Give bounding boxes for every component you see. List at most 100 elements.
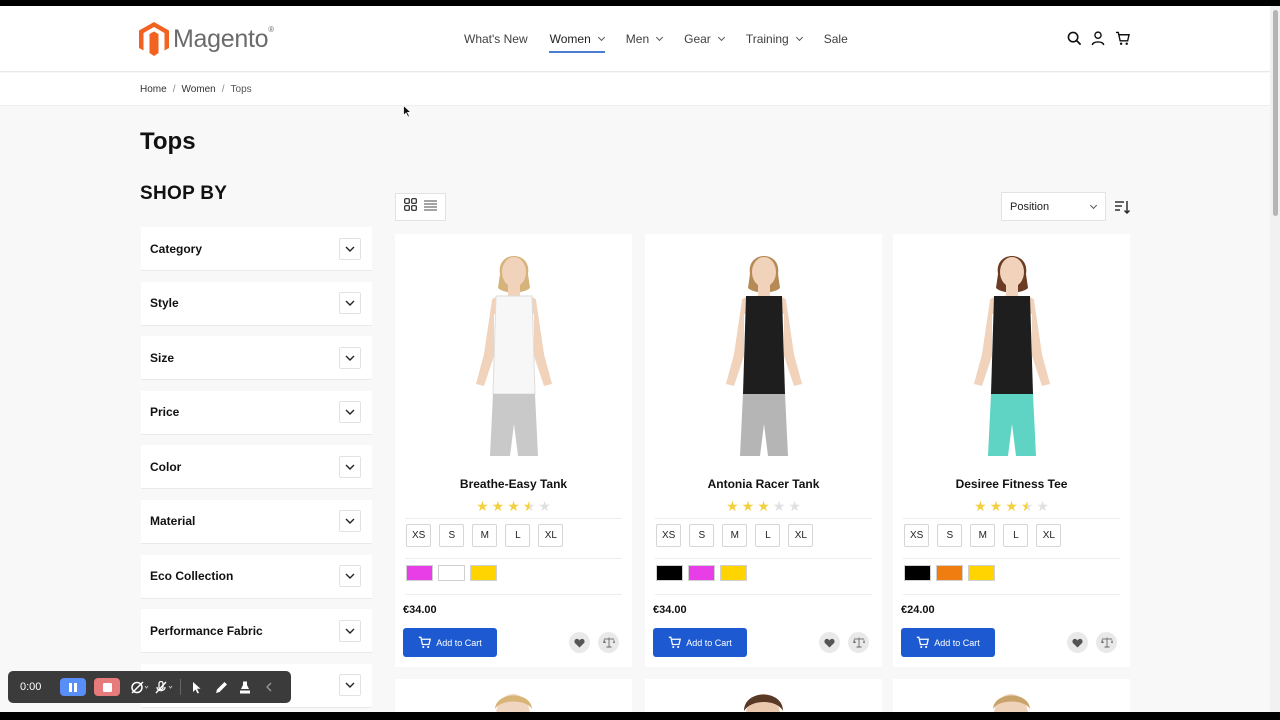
filter-category[interactable]: Category [141,227,372,271]
add-to-cart-button[interactable]: Add to Cart [901,628,995,657]
camera-off-icon[interactable] [128,678,152,696]
nav-sale[interactable]: Sale [824,6,848,72]
color-swatch[interactable] [720,565,747,581]
color-swatch[interactable] [688,565,715,581]
add-to-cart-label: Add to Cart [934,637,980,648]
size-option-m[interactable]: M [970,524,996,547]
size-option-xl[interactable]: XL [1036,524,1062,547]
heart-icon[interactable] [569,632,590,653]
highlighter-tool-icon[interactable] [233,678,257,696]
size-option-l[interactable]: L [1003,524,1029,547]
header-actions [1066,30,1130,46]
filter-material[interactable]: Material [141,499,372,544]
breadcrumb-home[interactable]: Home [140,84,167,95]
size-option-s[interactable]: S [439,524,465,547]
sort-by-select[interactable]: Position [1001,192,1106,221]
size-option-l[interactable]: L [755,524,781,547]
color-swatch[interactable] [656,565,683,581]
product-name[interactable]: Antonia Racer Tank [645,477,882,491]
size-option-m[interactable]: M [722,524,748,547]
compare-icon[interactable] [1096,632,1117,653]
filter-price[interactable]: Price [141,390,372,435]
filter-size[interactable]: Size [141,336,372,381]
scrollbar[interactable] [1270,6,1280,712]
chevron-down-icon[interactable] [339,346,361,369]
product-card-partial[interactable] [645,679,882,712]
magento-logo[interactable]: Magento® [139,22,274,56]
nav-whats-new[interactable]: What's New [464,6,528,72]
product-name[interactable]: Breathe-Easy Tank [395,477,632,491]
collapse-toolbar-icon[interactable] [257,678,281,696]
color-swatch[interactable] [936,565,963,581]
pause-button[interactable] [60,678,86,696]
filter-color[interactable]: Color [141,445,372,490]
product-card-partial[interactable] [395,679,632,712]
nav-label: Gear [684,32,711,46]
chevron-down-icon[interactable] [339,292,361,315]
product-card[interactable]: Breathe-Easy Tank ★ ★ ★ ★ ★ XS S M L XL €34.00 Add t… [395,234,632,667]
card-divider [655,594,872,595]
color-swatch[interactable] [470,565,497,581]
account-icon[interactable] [1090,30,1106,46]
chevron-down-icon[interactable] [339,674,361,697]
chevron-down-icon[interactable] [339,455,361,478]
pen-tool-icon[interactable] [209,678,233,696]
chevron-down-icon[interactable] [339,401,361,424]
size-option-xs[interactable]: XS [406,524,432,547]
nav-gear[interactable]: Gear [684,6,725,72]
shop-by-title: SHOP BY [140,183,228,204]
filter-style[interactable]: Style [141,281,372,326]
heart-icon[interactable] [819,632,840,653]
nav-training[interactable]: Training [746,6,803,72]
chevron-down-icon[interactable] [339,510,361,533]
stop-button[interactable] [94,678,120,696]
color-swatch[interactable] [968,565,995,581]
size-option-xs[interactable]: XS [656,524,682,547]
chevron-down-icon[interactable] [339,619,361,642]
product-photo[interactable] [893,244,1130,462]
product-card-partial[interactable] [893,679,1130,712]
scrollbar-thumb[interactable] [1273,10,1278,216]
size-option-xl[interactable]: XL [788,524,814,547]
size-option-s[interactable]: S [689,524,715,547]
color-swatch[interactable] [438,565,465,581]
size-options: XS S M L XL [904,524,1062,547]
size-option-l[interactable]: L [505,524,531,547]
filter-performance-fabric[interactable]: Performance Fabric [141,609,372,654]
list-view-icon[interactable] [424,198,438,216]
heart-icon[interactable] [1067,632,1088,653]
add-to-cart-button[interactable]: Add to Cart [403,628,497,657]
compare-icon[interactable] [848,632,869,653]
sort-direction-icon[interactable] [1114,199,1130,215]
breadcrumb-women[interactable]: Women [181,84,215,95]
microphone-off-icon[interactable] [152,678,176,696]
grid-view-icon[interactable] [403,198,417,216]
pointer-tool-icon[interactable] [185,678,209,696]
filter-label: Performance Fabric [150,623,263,638]
add-to-cart-button[interactable]: Add to Cart [653,628,747,657]
size-option-m[interactable]: M [472,524,498,547]
main-nav: What's New Women Men Gear Training Sale [464,6,870,72]
chevron-down-icon[interactable] [339,565,361,588]
chevron-down-icon[interactable] [339,237,361,260]
product-card[interactable]: Antonia Racer Tank ★ ★ ★ ★ ★ XS S M L XL €34.00 Add … [645,234,882,667]
search-icon[interactable] [1066,30,1082,46]
product-name[interactable]: Desiree Fitness Tee [893,477,1130,491]
compare-icon[interactable] [598,632,619,653]
product-photo[interactable] [395,244,632,462]
cart-icon[interactable] [1114,30,1130,46]
star-icon: ★ [476,498,489,514]
color-swatch[interactable] [406,565,433,581]
color-swatch[interactable] [904,565,931,581]
mouse-cursor-icon [403,105,412,118]
product-card[interactable]: Desiree Fitness Tee ★ ★ ★ ★ ★ XS S M L XL €24.00 Add… [893,234,1130,667]
magento-logo-icon [139,22,169,56]
filter-eco-collection[interactable]: Eco Collection [141,554,372,599]
size-option-xl[interactable]: XL [538,524,564,547]
nav-women[interactable]: Women [548,6,605,72]
size-option-xs[interactable]: XS [904,524,930,547]
size-option-s[interactable]: S [937,524,963,547]
nav-men[interactable]: Men [626,6,664,72]
product-photo[interactable] [645,244,882,462]
color-swatches [656,565,747,581]
